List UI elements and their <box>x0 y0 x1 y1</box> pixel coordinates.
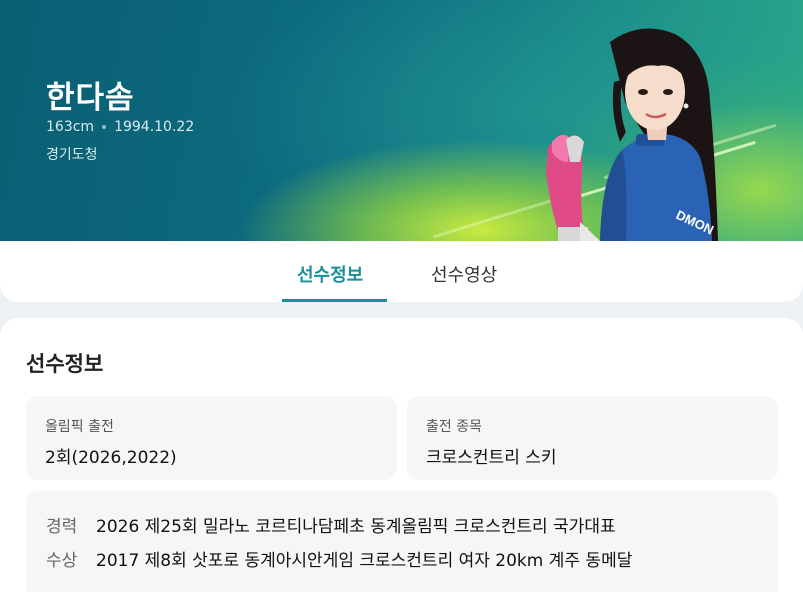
history-value: 2017 제8회 삿포로 동계아시안게임 크로스컨트리 여자 20km 계주 동… <box>96 551 633 571</box>
athlete-team: 경기도청 <box>46 147 98 163</box>
athlete-birthdate: 1994.10.22 <box>114 119 195 135</box>
athlete-height: 163cm <box>46 119 95 135</box>
card-value: 크로스컨트리 스키 <box>426 448 557 468</box>
tab-player-info[interactable]: 선수정보 <box>297 261 363 287</box>
card-label: 올림픽 출전 <box>45 419 114 435</box>
athlete-meta: 163cm 1994.10.22 <box>46 119 194 135</box>
active-tab-indicator <box>282 299 387 302</box>
olympic-appearances-card: 올림픽 출전 2회(2026,2022) <box>26 396 397 480</box>
athlete-name: 한다솜 <box>46 80 135 116</box>
history-key: 경력 <box>46 517 78 537</box>
tab-bar: 선수정보 선수영상 <box>0 241 803 302</box>
card-label: 출전 종목 <box>426 419 482 435</box>
section-title: 선수정보 <box>26 352 104 376</box>
tab-player-videos[interactable]: 선수영상 <box>431 261 497 287</box>
event-card: 출전 종목 크로스컨트리 스키 <box>407 396 778 480</box>
history-row-career: 경력 2026 제25회 밀라노 코르티나담페초 동계올림픽 크로스컨트리 국가… <box>46 512 616 537</box>
history-card: 경력 2026 제25회 밀라노 코르티나담페초 동계올림픽 크로스컨트리 국가… <box>26 491 778 592</box>
history-key: 수상 <box>46 551 78 571</box>
athlete-hero-banner: 한다솜 163cm 1994.10.22 경기도청 DMON <box>0 0 803 241</box>
history-row-awards: 수상 2017 제8회 삿포로 동계아시안게임 크로스컨트리 여자 20km 계… <box>46 546 632 571</box>
card-value: 2회(2026,2022) <box>45 448 177 468</box>
history-value: 2026 제25회 밀라노 코르티나담페초 동계올림픽 크로스컨트리 국가대표 <box>96 517 616 537</box>
athlete-photo: DMON <box>546 28 718 241</box>
separator-dot <box>102 125 107 129</box>
player-info-panel: 선수정보 올림픽 출전 2회(2026,2022) 출전 종목 크로스컨트리 스… <box>0 318 803 592</box>
